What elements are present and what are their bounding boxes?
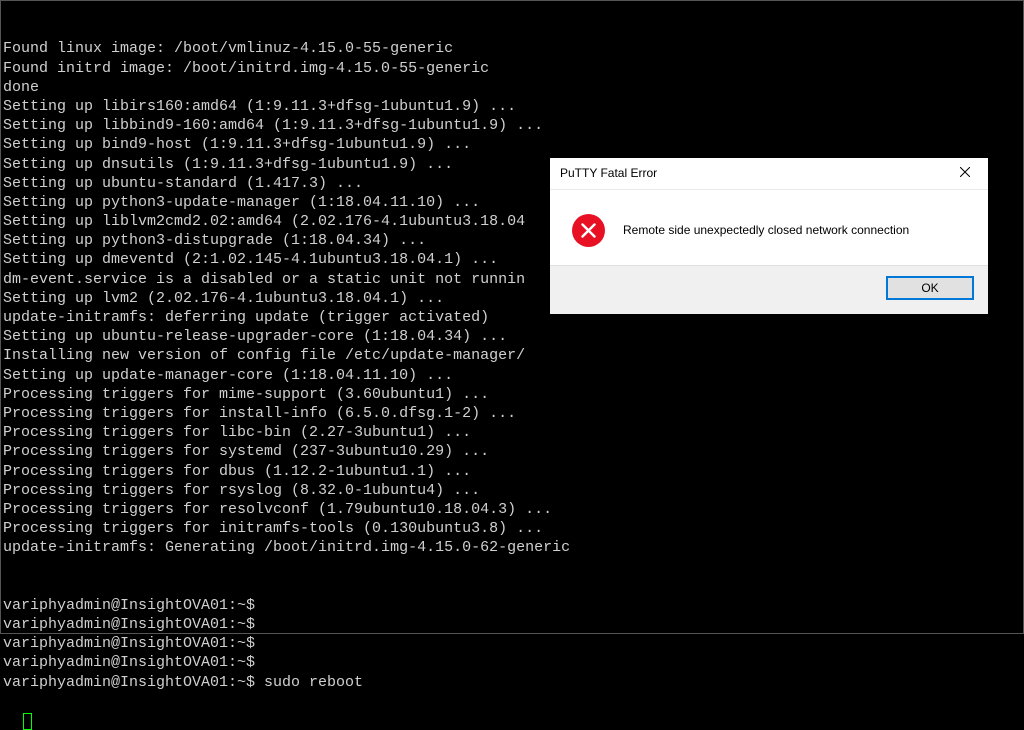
terminal-line: Processing triggers for dbus (1.12.2-1ub…: [3, 462, 1021, 481]
terminal-line: Processing triggers for resolvconf (1.79…: [3, 500, 1021, 519]
terminal-line: Processing triggers for systemd (237-3ub…: [3, 442, 1021, 461]
terminal-prompt-line: variphyadmin@InsightOVA01:~$: [3, 615, 1021, 634]
terminal-line: Found initrd image: /boot/initrd.img-4.1…: [3, 59, 1021, 78]
terminal-line: Processing triggers for install-info (6.…: [3, 404, 1021, 423]
terminal-line: Processing triggers for rsyslog (8.32.0-…: [3, 481, 1021, 500]
error-icon: [572, 214, 605, 247]
terminal-line: Processing triggers for mime-support (3.…: [3, 385, 1021, 404]
terminal-line: update-initramfs: Generating /boot/initr…: [3, 538, 1021, 557]
dialog-message: Remote side unexpectedly closed network …: [623, 223, 909, 238]
dialog-title: PuTTY Fatal Error: [560, 166, 657, 181]
terminal-line: Setting up libbind9-160:amd64 (1:9.11.3+…: [3, 116, 1021, 135]
close-icon: [960, 166, 970, 181]
terminal-line: Installing new version of config file /e…: [3, 346, 1021, 365]
terminal-prompt-line: variphyadmin@InsightOVA01:~$: [3, 634, 1021, 653]
terminal-line: Processing triggers for libc-bin (2.27-3…: [3, 423, 1021, 442]
terminal-prompts: variphyadmin@InsightOVA01:~$variphyadmin…: [3, 596, 1021, 692]
dialog-body: Remote side unexpectedly closed network …: [550, 190, 988, 265]
error-dialog: PuTTY Fatal Error Remote side unexpected…: [550, 158, 988, 314]
terminal-line: Setting up ubuntu-release-upgrader-core …: [3, 327, 1021, 346]
terminal-prompt-line: variphyadmin@InsightOVA01:~$: [3, 596, 1021, 615]
terminal-line: Setting up libirs160:amd64 (1:9.11.3+dfs…: [3, 97, 1021, 116]
ok-button[interactable]: OK: [886, 276, 974, 300]
terminal-output: Found linux image: /boot/vmlinuz-4.15.0-…: [1, 1, 1023, 730]
terminal-cursor: [23, 713, 32, 730]
dialog-titlebar[interactable]: PuTTY Fatal Error: [550, 158, 988, 190]
terminal-line: done: [3, 78, 1021, 97]
terminal-line: Setting up update-manager-core (1:18.04.…: [3, 366, 1021, 385]
terminal-line: Setting up bind9-host (1:9.11.3+dfsg-1ub…: [3, 135, 1021, 154]
dialog-footer: OK: [550, 265, 988, 314]
close-button[interactable]: [942, 158, 988, 190]
terminal-line: Processing triggers for initramfs-tools …: [3, 519, 1021, 538]
terminal-line: Found linux image: /boot/vmlinuz-4.15.0-…: [3, 39, 1021, 58]
terminal-prompt-line: variphyadmin@InsightOVA01:~$: [3, 653, 1021, 672]
terminal-prompt-line: variphyadmin@InsightOVA01:~$ sudo reboot: [3, 673, 1021, 692]
